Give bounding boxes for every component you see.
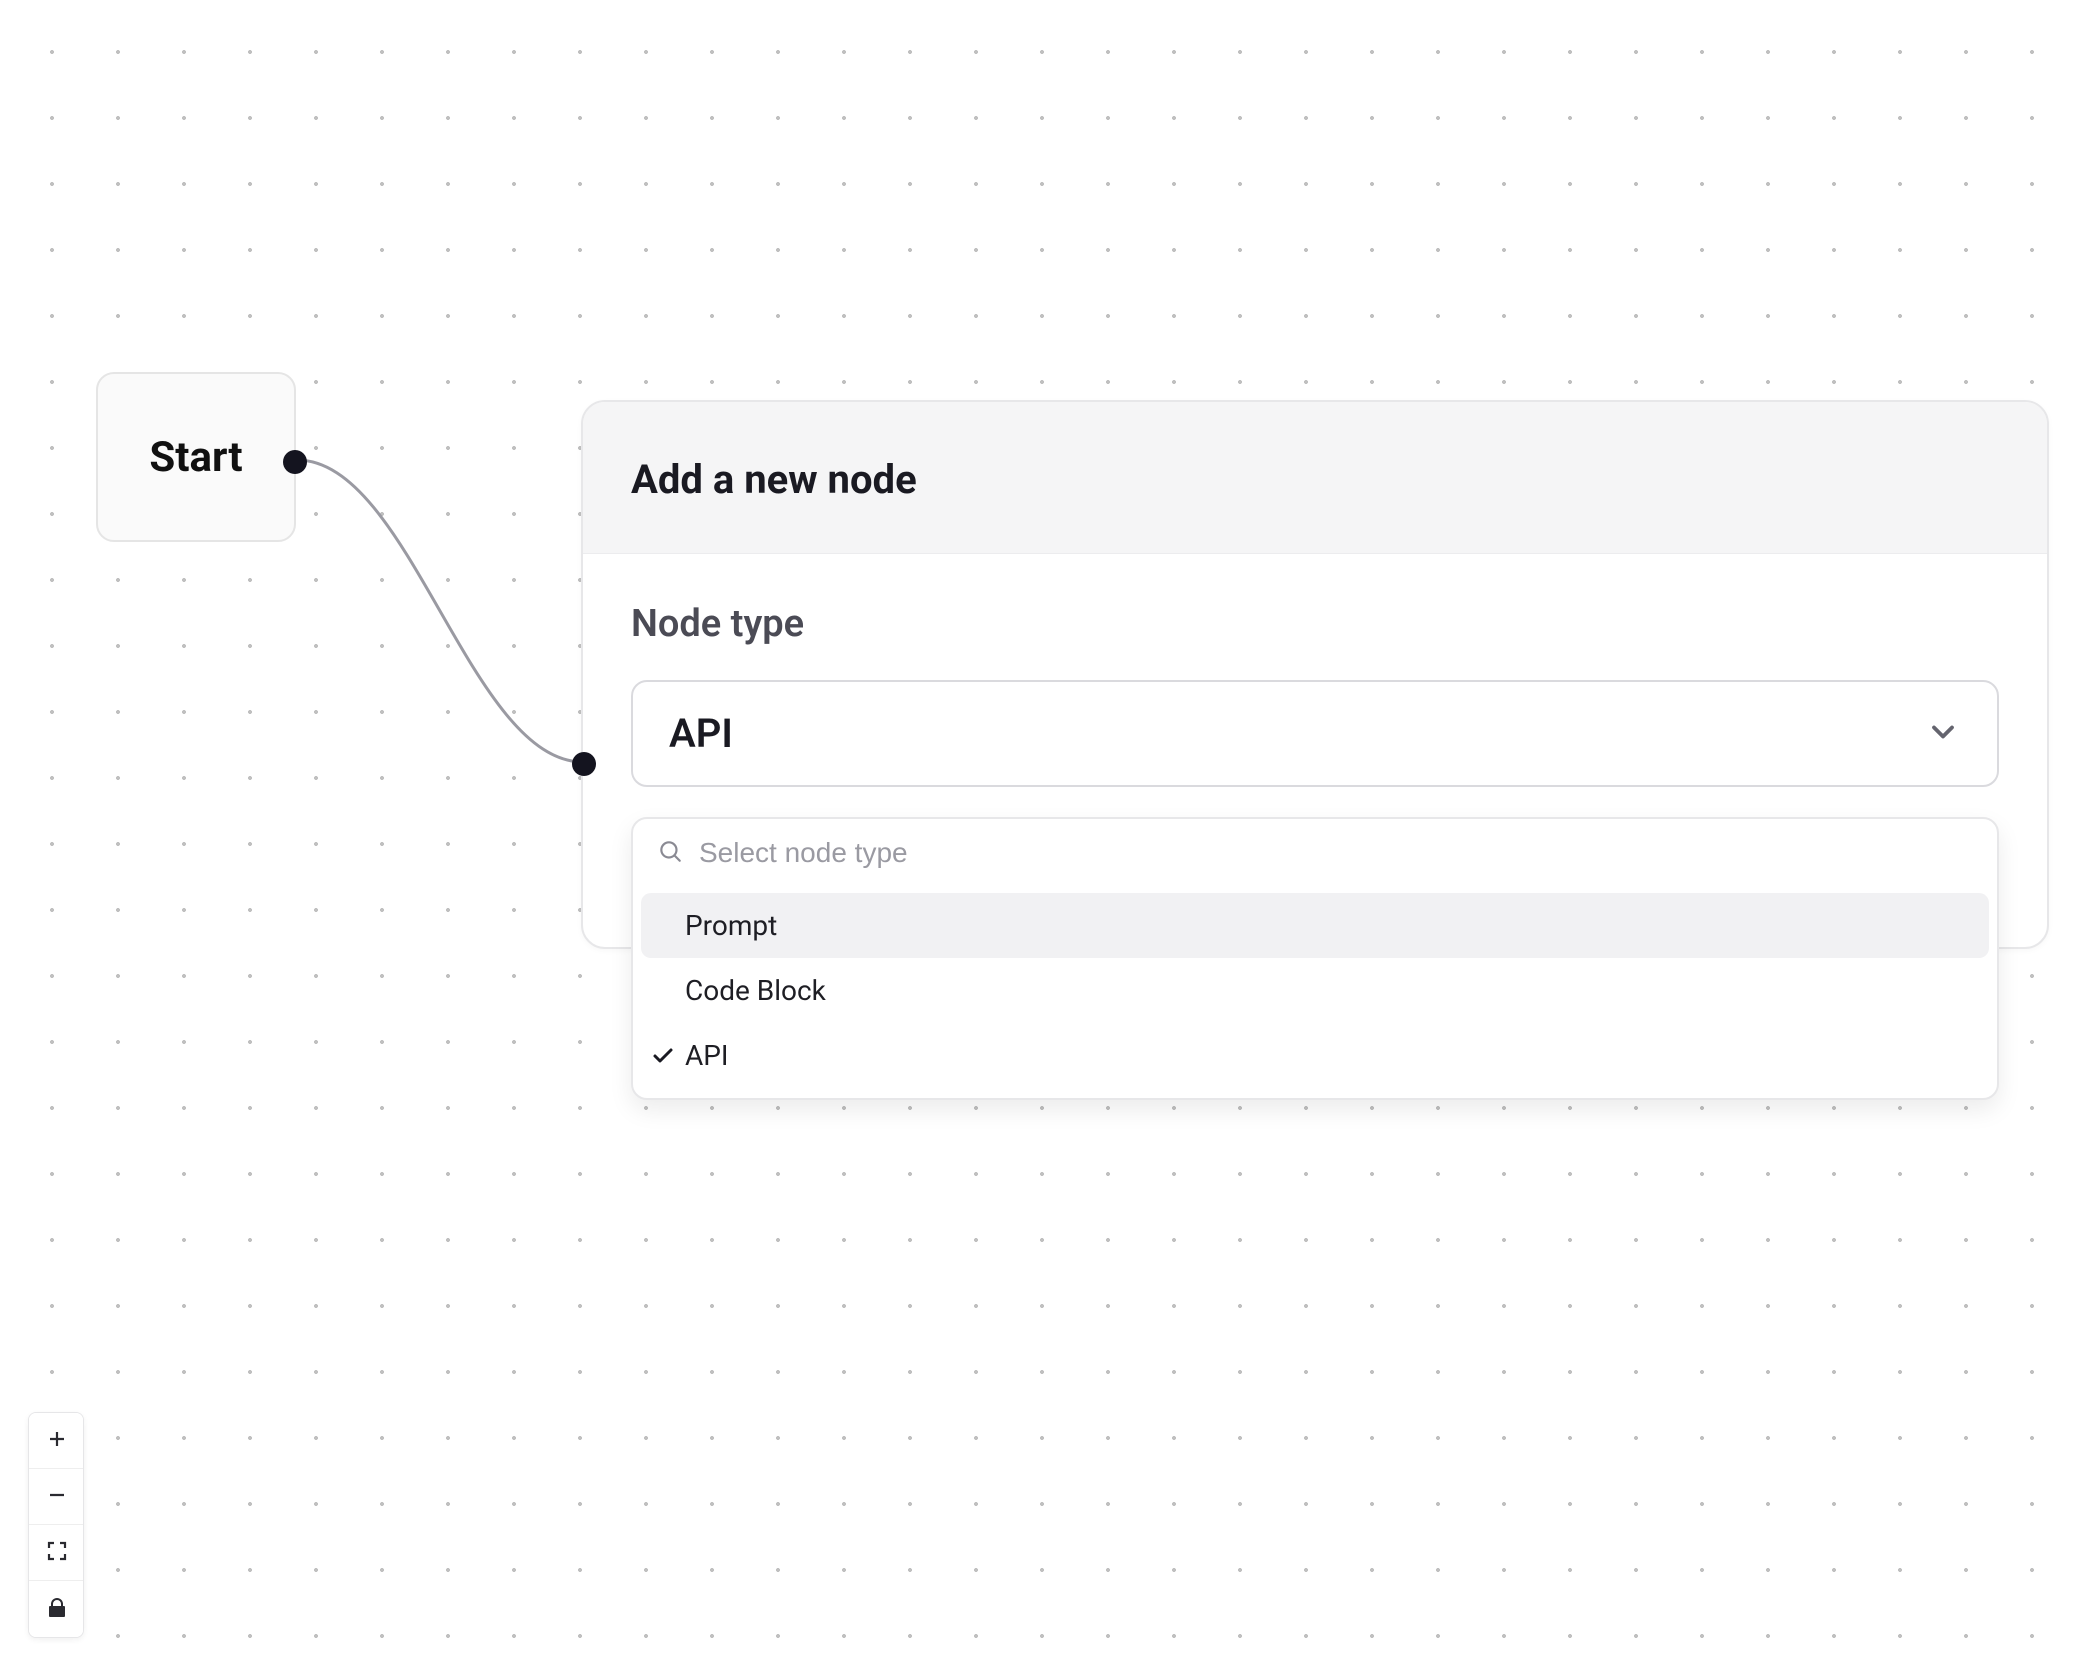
search-icon: [657, 838, 683, 868]
start-node[interactable]: Start: [96, 372, 296, 542]
node-type-select[interactable]: API: [631, 680, 1999, 787]
panel-title: Add a new node: [631, 456, 1999, 503]
listbox-item-label: API: [685, 1039, 729, 1072]
view-controls: [28, 1412, 84, 1638]
start-node-output-port[interactable]: [283, 450, 307, 474]
panel-body: Node type API Prompt: [583, 554, 2047, 947]
zoom-out-button[interactable]: [29, 1469, 84, 1525]
listbox-item-api[interactable]: API: [641, 1023, 1989, 1088]
listbox-item-prompt[interactable]: Prompt: [641, 893, 1989, 958]
lock-icon: [45, 1596, 69, 1623]
listbox-search-input[interactable]: [699, 837, 1973, 869]
add-node-panel: Add a new node Node type API Prompt: [581, 400, 2049, 949]
lock-button[interactable]: [29, 1581, 84, 1637]
listbox-item-label: Prompt: [685, 909, 777, 942]
check-icon: [651, 1044, 675, 1068]
listbox-search-row: [633, 819, 1997, 887]
listbox-items: Prompt Code Block API: [633, 887, 1997, 1098]
plus-icon: [45, 1427, 69, 1454]
start-node-label: Start: [149, 433, 242, 482]
panel-header: Add a new node: [583, 402, 2047, 554]
listbox-item-code-block[interactable]: Code Block: [641, 958, 1989, 1023]
fullscreen-icon: [45, 1539, 69, 1566]
listbox-item-label: Code Block: [685, 974, 826, 1007]
zoom-in-button[interactable]: [29, 1413, 84, 1469]
node-type-listbox: Prompt Code Block API: [631, 817, 1999, 1100]
node-type-selected-value: API: [669, 710, 733, 757]
fit-view-button[interactable]: [29, 1525, 84, 1581]
chevron-down-icon: [1925, 714, 1961, 754]
minus-icon: [45, 1483, 69, 1510]
node-type-label: Node type: [631, 602, 1999, 646]
